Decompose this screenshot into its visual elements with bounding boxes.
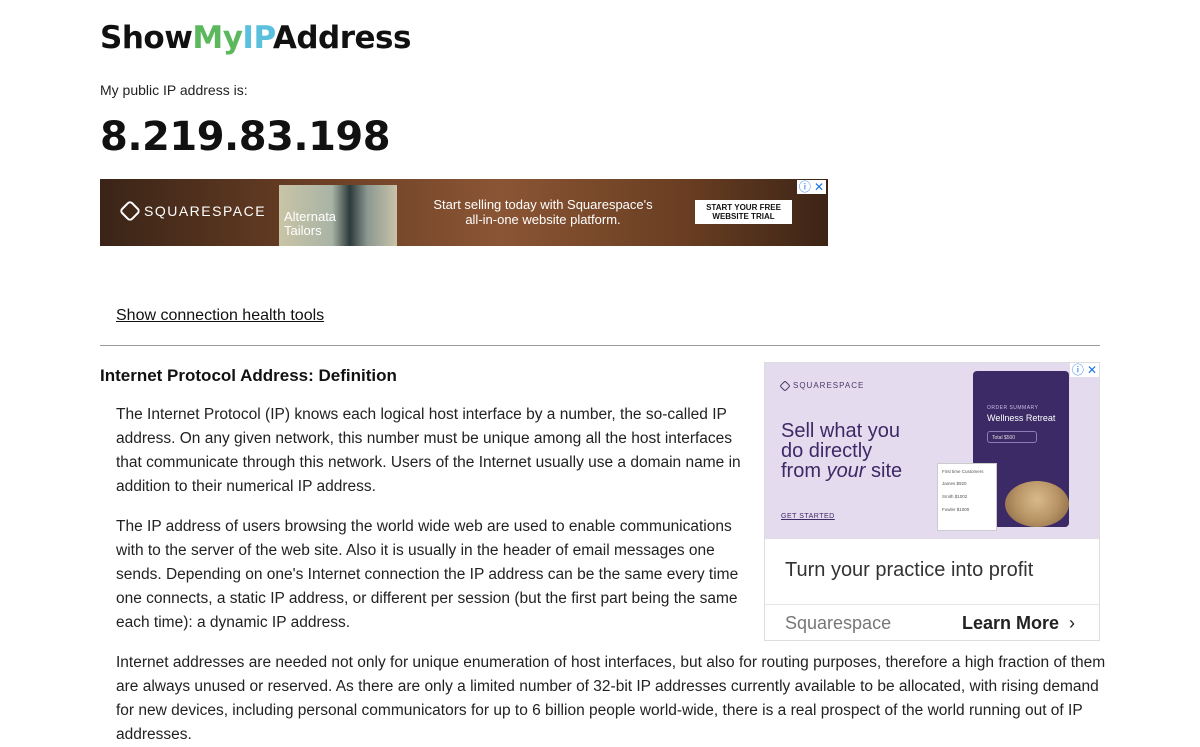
ad-close-icon[interactable]: ✕ — [1087, 363, 1097, 377]
banner-ad-image: Alternata Tailors — [279, 185, 397, 246]
logo-part-address: Address — [272, 20, 412, 56]
customer-table-title: First time Customers — [942, 469, 984, 474]
banner-ad-brand-text: SQUARESPACE — [144, 203, 267, 219]
banner-ad-headline-line1: Start selling today with Squarespace's — [433, 197, 653, 212]
singing-bowl-image — [1005, 481, 1069, 527]
side-ad-customer-table: First time Customers James $920 Smith $1… — [937, 463, 997, 531]
side-ad-brand-text: SQUARESPACE — [793, 381, 865, 390]
banner-ad-image-text-line2: Tailors — [284, 223, 322, 238]
ip-label: My public IP address is: — [100, 82, 248, 98]
squarespace-logo-icon — [779, 379, 791, 392]
side-ad-divider — [765, 604, 1099, 605]
banner-ad-cta-line2: WEBSITE TRIAL — [712, 212, 775, 221]
definition-heading: Internet Protocol Address: Definition — [100, 366, 397, 385]
definition-paragraph-1: The Internet Protocol (IP) knows each lo… — [116, 406, 741, 495]
phone-title: Wellness Retreat — [987, 413, 1056, 423]
ad-info-icon[interactable]: ⓘ — [1072, 363, 1084, 377]
side-ad-brand: SQUARESPACE — [779, 379, 865, 392]
banner-ad[interactable]: SQUARESPACE Alternata Tailors Start sell… — [100, 179, 828, 246]
logo-part-ip: IP — [242, 20, 273, 56]
squarespace-logo-icon — [118, 199, 142, 223]
side-ad-caption[interactable]: Turn your practice into profit — [785, 559, 1033, 582]
learn-more-label: Learn More — [962, 613, 1060, 633]
banner-ad-image-text-line1: Alternata — [284, 209, 337, 224]
banner-ad-brand: SQUARESPACE — [118, 199, 267, 223]
logo-part-my: My — [192, 20, 243, 56]
customer-table-row: Fowler $1000 — [942, 507, 970, 512]
banner-ad-cta-button[interactable]: START YOUR FREE WEBSITE TRIAL — [695, 200, 792, 224]
side-ad[interactable]: SQUARESPACE Sell what you do directly fr… — [764, 362, 1100, 641]
side-ad-headline-line3-b: your — [826, 460, 866, 482]
site-logo[interactable]: ShowMyIPAddress — [100, 20, 411, 56]
side-ad-learn-more-button[interactable]: Learn More › — [962, 613, 1075, 634]
side-ad-headline-line1: Sell what you — [781, 420, 900, 442]
banner-ad-headline: Start selling today with Squarespace's a… — [418, 197, 668, 227]
banner-ad-headline-line2: all-in-one website platform. — [465, 212, 621, 227]
banner-ad-image-text: Alternata Tailors — [284, 210, 336, 238]
side-ad-get-started-link[interactable]: GET STARTED — [781, 513, 835, 520]
ip-address-value: 8.219.83.198 — [100, 114, 391, 160]
definition-paragraph-2: The IP address of users browsing the wor… — [116, 518, 739, 631]
side-ad-headline-line2: do directly — [781, 440, 873, 462]
section-divider — [100, 345, 1100, 346]
logo-part-show: Show — [100, 20, 193, 56]
ad-close-icon[interactable]: ✕ — [814, 180, 824, 194]
side-ad-advertiser[interactable]: Squarespace — [785, 613, 891, 634]
side-ad-choices[interactable]: ⓘ ✕ — [1069, 363, 1099, 377]
side-ad-headline: Sell what you do directly from your site — [781, 421, 961, 481]
chevron-right-icon: › — [1069, 613, 1076, 633]
definition-paragraph-3: Internet addresses are needed not only f… — [116, 654, 1106, 743]
side-ad-headline-line3: from your site — [781, 461, 961, 481]
banner-ad-choices[interactable]: ⓘ ✕ — [796, 180, 826, 194]
ad-info-icon[interactable]: ⓘ — [799, 180, 811, 194]
customer-table-row: Smith $1002 — [942, 494, 968, 499]
show-connection-health-tools-link[interactable]: Show connection health tools — [116, 307, 324, 325]
phone-order-summary-label: ORDER SUMMARY — [987, 405, 1039, 411]
side-ad-headline-line3-a: from — [781, 460, 827, 482]
side-ad-headline-line3-c: site — [865, 460, 903, 482]
customer-table-row: James $920 — [942, 481, 967, 486]
phone-total-chip: Total $500 — [987, 431, 1037, 443]
side-ad-visual: SQUARESPACE Sell what you do directly fr… — [765, 363, 1099, 539]
banner-ad-cta-line1: START YOUR FREE — [706, 203, 781, 212]
